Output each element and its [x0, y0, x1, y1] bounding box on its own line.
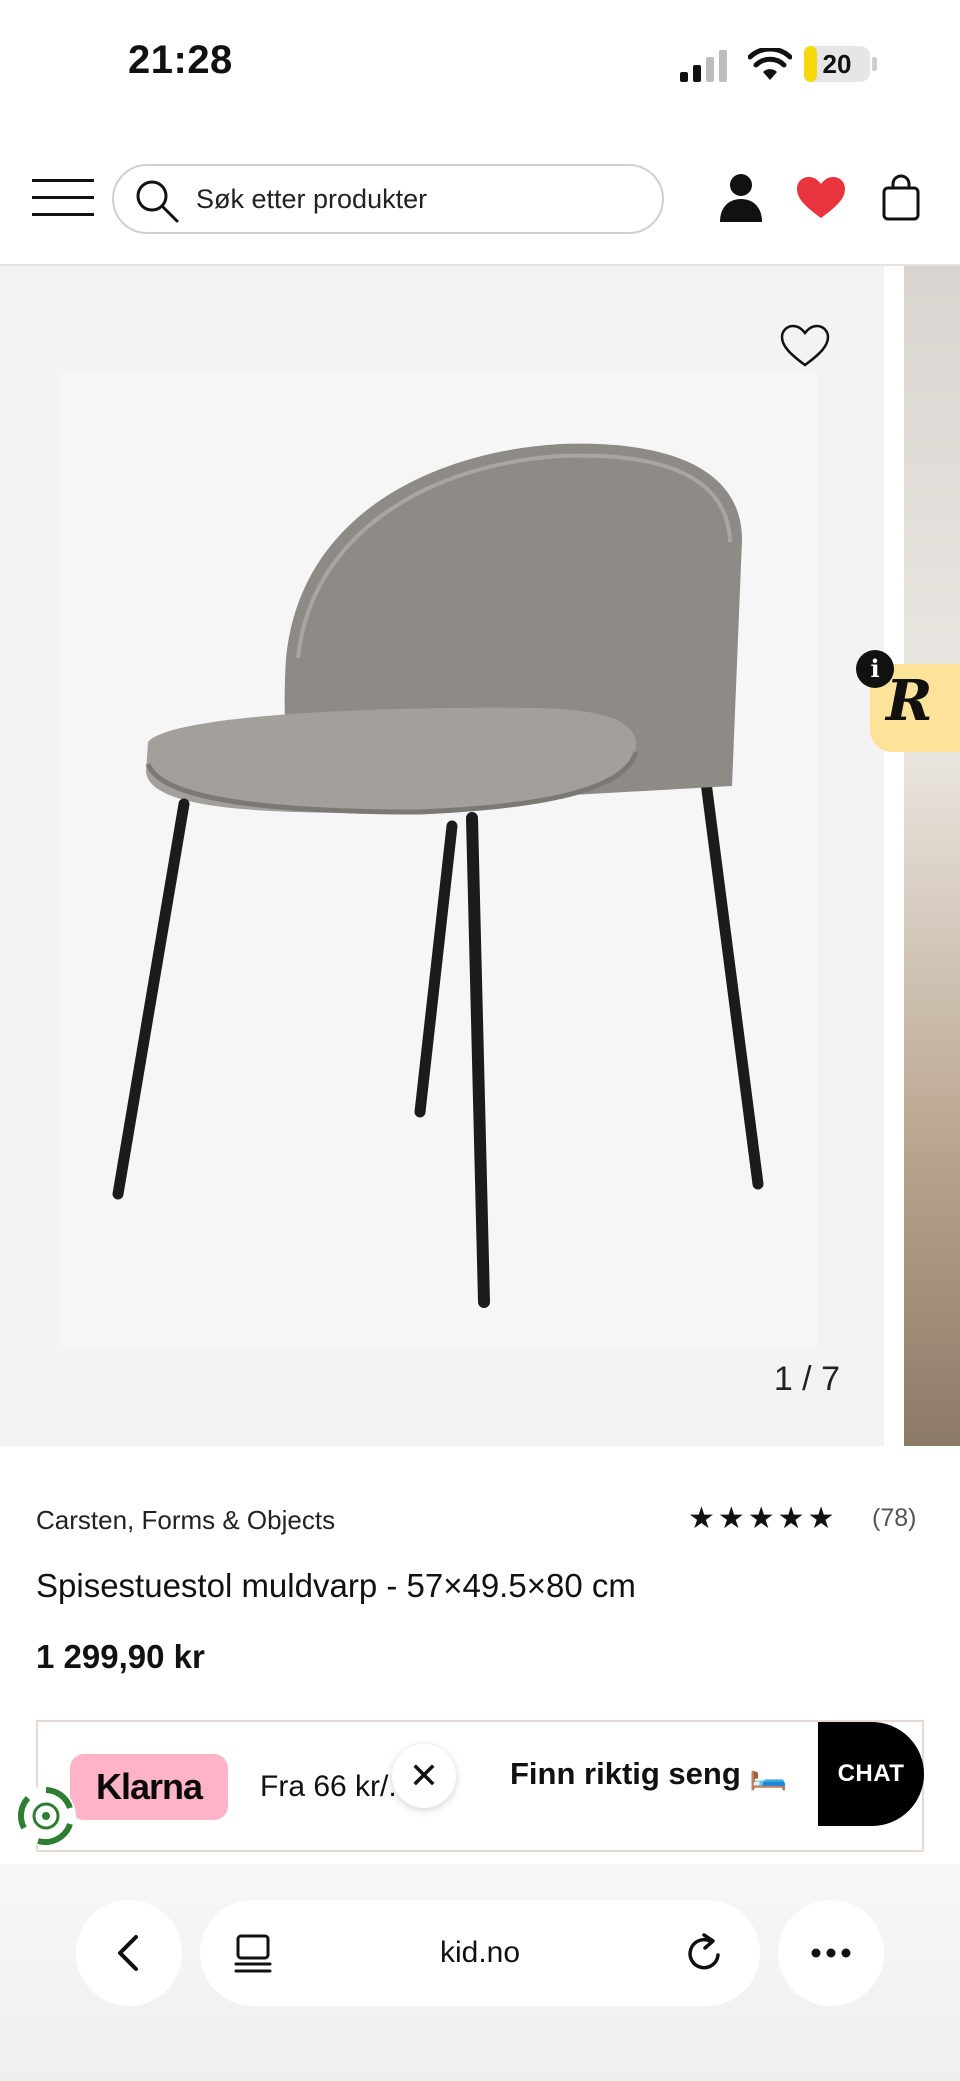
product-title: Spisestuestol muldvarp - 57×49.5×80 cm — [36, 1567, 636, 1604]
battery-cap — [872, 57, 877, 71]
next-image-peek[interactable] — [904, 266, 960, 1446]
info-icon[interactable]: i — [856, 650, 894, 688]
back-button[interactable] — [76, 1900, 182, 2006]
address-bar[interactable]: kid.no — [200, 1900, 760, 2006]
wishlist-heart-icon[interactable] — [780, 324, 830, 368]
chat-button[interactable]: CHAT — [818, 1722, 924, 1826]
back-icon — [118, 1935, 138, 1971]
reload-icon[interactable] — [684, 1932, 726, 1974]
battery-text: 20 — [822, 49, 852, 79]
search-input[interactable]: Søk etter produkter — [112, 164, 664, 234]
review-count: (78) — [872, 1504, 917, 1532]
product-price: 1 299,90 kr — [36, 1638, 205, 1675]
chat-prompt-text: Finn riktig seng 🛏️ — [510, 1756, 789, 1791]
more-button[interactable] — [778, 1900, 884, 2006]
more-icon — [811, 1948, 851, 1958]
account-icon[interactable] — [718, 172, 764, 222]
star-rating-icon: ★★★★★ — [688, 1502, 838, 1535]
product-image-gallery[interactable] — [0, 266, 884, 1446]
wifi-icon — [748, 48, 792, 80]
battery-icon: 20 — [804, 46, 870, 82]
favorites-heart-icon[interactable] — [796, 176, 846, 220]
chat-prompt[interactable]: Finn riktig seng 🛏️ — [476, 1722, 820, 1826]
badge-letter: R — [886, 668, 933, 734]
menu-icon[interactable] — [32, 178, 94, 218]
signal-icon — [680, 50, 727, 82]
cart-icon[interactable] — [880, 174, 922, 222]
recycle-icon[interactable] — [14, 1784, 78, 1848]
status-time: 21:28 — [128, 38, 233, 82]
tabs-icon[interactable] — [234, 1934, 272, 1974]
search-icon — [136, 180, 179, 223]
product-brand[interactable]: Carsten, Forms & Objects — [36, 1505, 335, 1536]
product-image-chair[interactable] — [0, 266, 884, 1446]
klarna-logo: Klarna — [70, 1754, 228, 1820]
image-counter: 1 / 7 — [773, 1360, 840, 1398]
url-text: kid.no — [439, 1936, 521, 1969]
search-placeholder: Søk etter produkter — [196, 184, 428, 214]
close-chat-prompt-button[interactable]: ✕ — [392, 1744, 456, 1808]
